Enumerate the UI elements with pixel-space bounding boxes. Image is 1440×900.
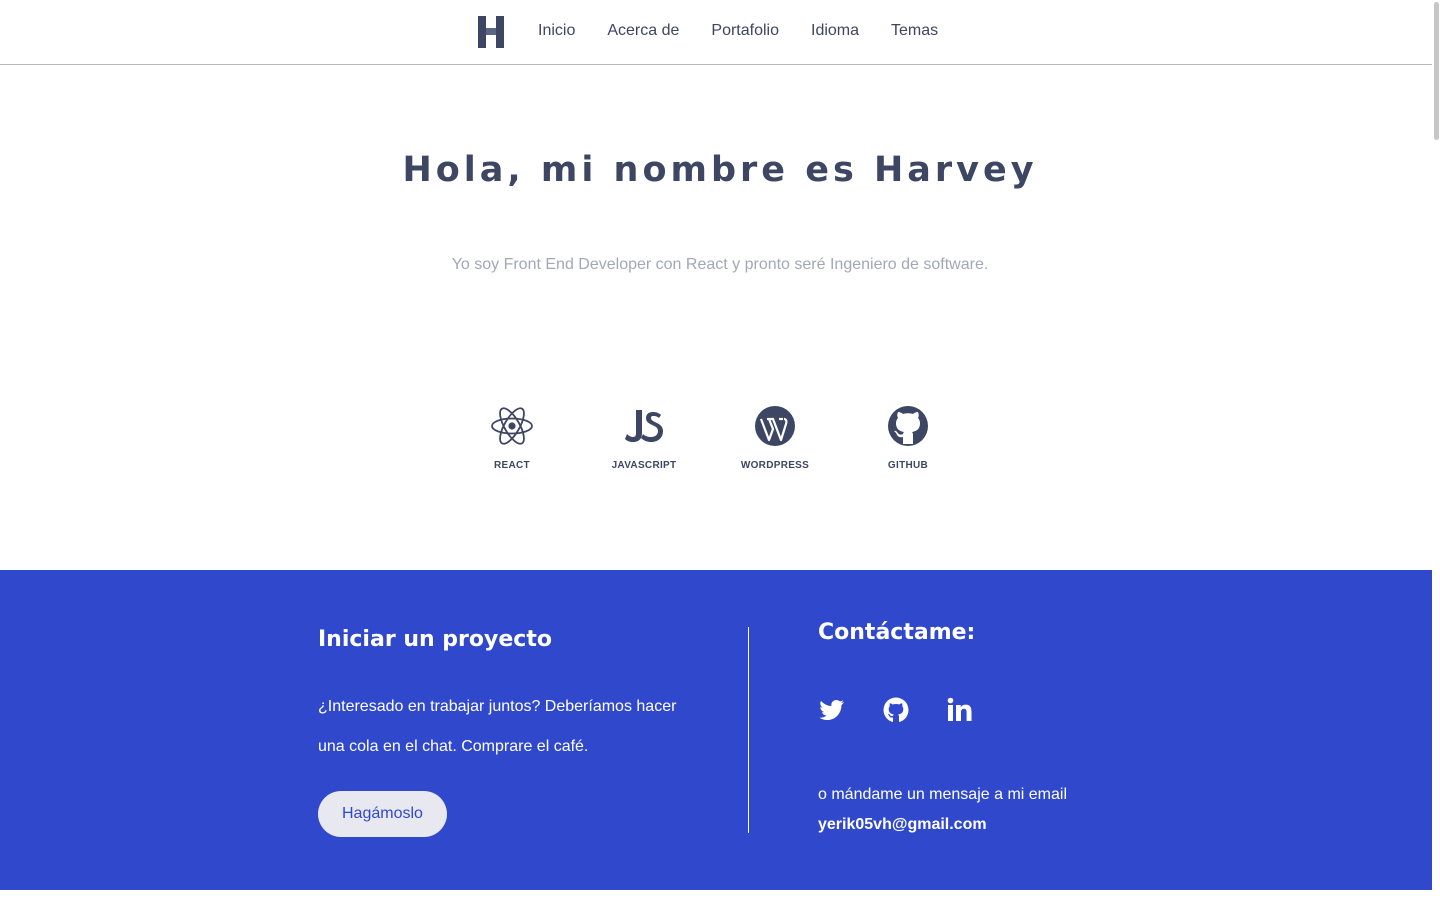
skill-label: GITHUB (887, 460, 929, 471)
contact-text: o mándame un mensaje a mi email (818, 786, 1068, 803)
skill-label: WORDPRESS (740, 460, 810, 471)
nav-link-idioma[interactable]: Idioma (811, 20, 859, 42)
skill-label: REACT (494, 460, 530, 471)
nav-link-acerca-de[interactable]: Acerca de (607, 20, 679, 42)
project-section: Iniciar un proyecto ¿Interesado en traba… (318, 625, 698, 837)
project-text: ¿Interesado en trabajar juntos? Deberíam… (318, 698, 677, 755)
nav-menu: Inicio Acerca de Portafolio Idioma Temas (538, 20, 970, 42)
navbar: Inicio Acerca de Portafolio Idioma Temas (0, 0, 1440, 65)
social-links (818, 696, 1218, 724)
skill-javascript: JAVASCRIPT (584, 404, 704, 471)
hero-title: Hola, mi nombre es Harvey (402, 150, 1038, 190)
email-link[interactable]: yerik05vh@gmail.com (818, 816, 987, 833)
react-icon (491, 407, 533, 445)
skill-react: REACT (452, 404, 572, 471)
linkedin-icon[interactable] (946, 696, 974, 724)
cta-button[interactable]: Hagámoslo (318, 791, 447, 837)
twitter-icon[interactable] (818, 696, 846, 724)
footer: Iniciar un proyecto ¿Interesado en traba… (0, 570, 1432, 890)
contact-heading: Contáctame: (818, 620, 976, 645)
nav-link-inicio[interactable]: Inicio (538, 20, 575, 42)
scrollbar-thumb[interactable] (1434, 2, 1439, 140)
project-heading: Iniciar un proyecto (318, 627, 552, 652)
github-icon (888, 406, 928, 446)
javascript-icon (625, 410, 663, 442)
nav-link-temas[interactable]: Temas (891, 20, 938, 42)
hero-subtitle: Yo soy Front End Developer con React y p… (451, 256, 989, 273)
h-logo-icon[interactable] (476, 14, 506, 50)
skill-github: GITHUB (848, 404, 968, 471)
wordpress-icon (755, 406, 795, 446)
skill-label: JAVASCRIPT (611, 460, 677, 471)
footer-divider (748, 627, 749, 833)
github-icon[interactable] (882, 696, 910, 724)
skill-wordpress: WORDPRESS (715, 404, 835, 471)
nav-link-portafolio[interactable]: Portafolio (711, 20, 779, 42)
contact-section: Contáctame: o mándame un mensaje a mi em… (818, 618, 1218, 840)
